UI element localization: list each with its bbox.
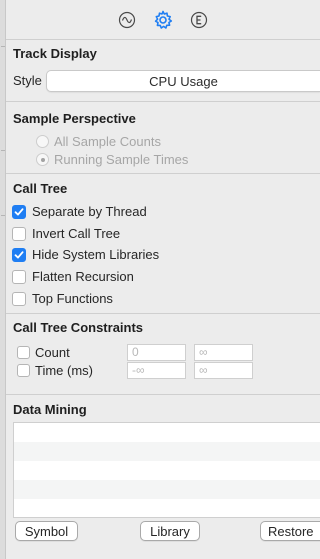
checkbox-label: Separate by Thread [32, 204, 147, 219]
checkbox-flatten-recursion[interactable]: Flatten Recursion [12, 269, 134, 284]
constraint-label: Time (ms) [35, 363, 94, 378]
library-button-label: Library [150, 523, 190, 539]
checkbox-separate-by-thread[interactable]: Separate by Thread [12, 204, 147, 219]
time-min-field[interactable]: -∞ [127, 362, 186, 379]
call-tree-title: Call Tree [13, 181, 68, 196]
radio-label: Running Sample Times [54, 152, 189, 167]
sample-perspective-title: Sample Perspective [13, 111, 136, 126]
radio-circle-selected[interactable] [36, 153, 49, 166]
checkbox-checked[interactable] [12, 204, 26, 219]
restore-button-label: Restore [268, 523, 314, 539]
checkbox-unchecked[interactable] [12, 291, 26, 306]
radio-label: All Sample Counts [54, 134, 161, 149]
radio-running-sample-times[interactable]: Running Sample Times [36, 152, 188, 167]
call-tree-constraints-title: Call Tree Constraints [13, 320, 144, 335]
checkbox-label: Top Functions [32, 291, 113, 306]
symbol-button[interactable]: Symbol [15, 521, 78, 541]
checkbox-unchecked[interactable] [12, 226, 26, 241]
count-min-field[interactable]: 0 [127, 344, 186, 361]
inspector-toolbar [6, 0, 320, 40]
waveform-icon[interactable] [116, 9, 138, 31]
checkbox-unchecked[interactable] [17, 364, 30, 377]
list-row [14, 442, 320, 461]
restore-button[interactable]: Restore [260, 521, 320, 541]
style-label: Style [13, 73, 42, 88]
extended-detail-icon[interactable] [188, 9, 210, 31]
list-row [14, 480, 320, 499]
checkbox-label: Invert Call Tree [32, 226, 121, 241]
checkbox-unchecked[interactable] [17, 346, 30, 359]
list-row [14, 461, 320, 480]
data-mining-list[interactable] [13, 422, 320, 518]
checkbox-hide-system-libraries[interactable]: Hide System Libraries [12, 247, 159, 262]
list-row [14, 423, 320, 442]
constraint-count-checkbox[interactable]: Count [17, 345, 70, 360]
style-popup-value: CPU Usage [149, 73, 218, 89]
list-row [14, 499, 320, 517]
constraint-time-checkbox[interactable]: Time (ms) [17, 363, 93, 378]
checkbox-top-functions[interactable]: Top Functions [12, 291, 113, 306]
checkmark-icon [14, 207, 24, 215]
checkbox-label: Hide System Libraries [32, 247, 160, 262]
library-button[interactable]: Library [140, 521, 200, 541]
checkbox-label: Flatten Recursion [32, 269, 134, 284]
gear-icon[interactable] [152, 9, 174, 31]
symbol-button-label: Symbol [24, 523, 69, 539]
checkbox-invert-call-tree[interactable]: Invert Call Tree [12, 226, 120, 241]
count-max-field[interactable]: ∞ [194, 344, 253, 361]
style-popup-button[interactable]: CPU Usage [46, 70, 320, 92]
time-max-field[interactable]: ∞ [194, 362, 253, 379]
radio-all-sample-counts[interactable]: All Sample Counts [36, 134, 161, 149]
checkbox-checked[interactable] [12, 247, 26, 262]
track-display-title: Track Display [13, 46, 97, 61]
checkmark-icon [14, 250, 24, 258]
data-mining-title: Data Mining [13, 402, 87, 417]
checkbox-unchecked[interactable] [12, 269, 26, 284]
radio-circle[interactable] [36, 135, 49, 148]
constraint-label: Count [35, 345, 70, 360]
